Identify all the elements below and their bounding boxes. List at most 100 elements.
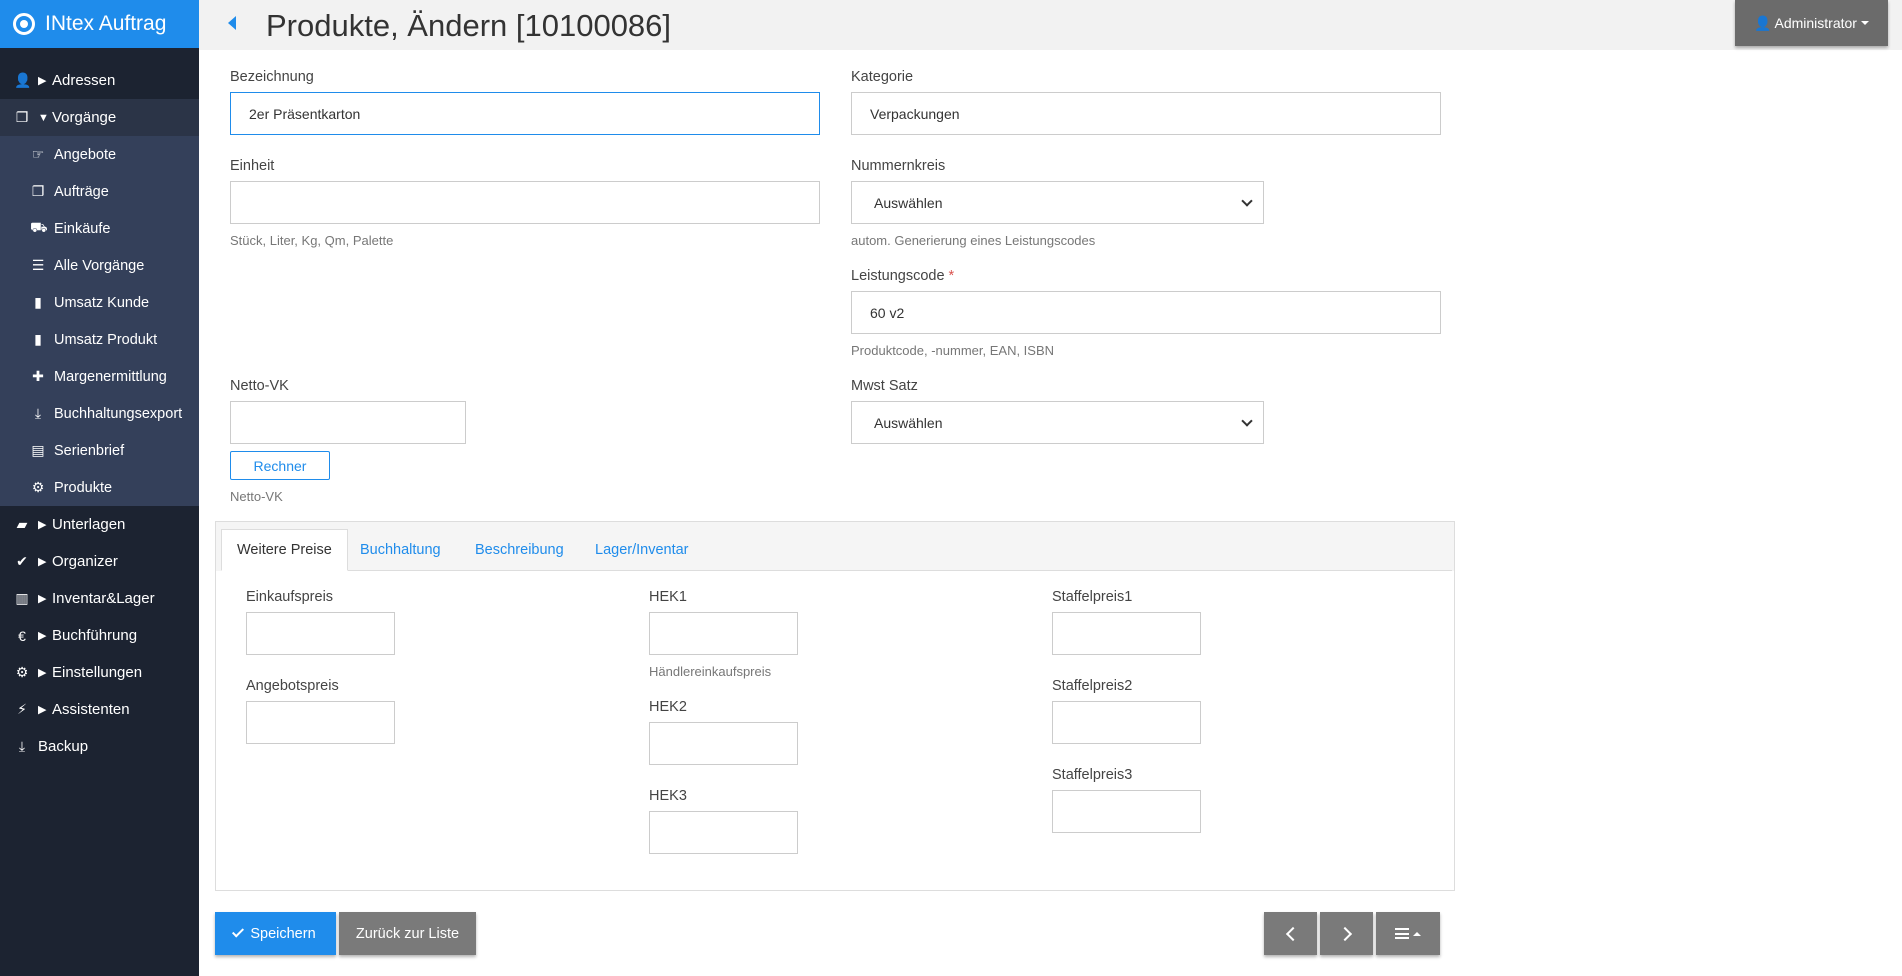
leistungscode-label: Leistungscode * bbox=[851, 268, 955, 284]
netto-vk-label: Netto-VK bbox=[230, 378, 289, 394]
sidebar-item-einstellungen[interactable]: ⚙ ▶ Einstellungen bbox=[0, 654, 199, 691]
nummernkreis-help: autom. Generierung eines Leistungscodes bbox=[851, 233, 1096, 248]
brand[interactable]: INtex Auftrag bbox=[0, 0, 199, 48]
user-name: Administrator bbox=[1774, 15, 1857, 31]
euro-icon: € bbox=[18, 627, 26, 644]
hek1-help: Händlereinkaufspreis bbox=[649, 664, 772, 679]
nummernkreis-select[interactable]: Auswählen bbox=[851, 181, 1264, 224]
check-icon bbox=[232, 925, 245, 938]
hek2-input[interactable] bbox=[649, 722, 798, 765]
caret-right-icon: ▶ bbox=[38, 630, 47, 642]
sidebar-item-inventar-lager[interactable]: ▥ ▶ Inventar&Lager bbox=[0, 580, 199, 617]
barcode-icon: ▥ bbox=[15, 590, 29, 606]
caret-down-icon: ▼ bbox=[38, 111, 49, 124]
bezeichnung-input[interactable]: 2er Präsentkarton bbox=[230, 92, 820, 135]
sidebar-item-vorgaenge[interactable]: ❐ ▼ Vorgänge bbox=[0, 99, 199, 136]
sidebar-item-buchhaltungsexport[interactable]: ⤓ Buchhaltungsexport bbox=[0, 395, 199, 432]
sidebar-item-buchfuehrung[interactable]: € ▶ Buchführung bbox=[0, 617, 199, 654]
rechner-button[interactable]: Rechner bbox=[230, 451, 330, 480]
tab-lager-inventar[interactable]: Lager/Inventar bbox=[580, 529, 704, 571]
sidebar-item-assistenten[interactable]: ⚡ ▶ Assistenten bbox=[0, 691, 199, 728]
sidebar-item-umsatz-produkt[interactable]: ▮ Umsatz Produkt bbox=[0, 321, 199, 358]
staffelpreis2-input[interactable] bbox=[1052, 701, 1201, 744]
caret-right-icon: ▶ bbox=[38, 704, 47, 716]
hek3-input[interactable] bbox=[649, 811, 798, 854]
more-menu-button[interactable] bbox=[1376, 912, 1440, 955]
chevron-right-icon bbox=[1337, 926, 1352, 941]
download-icon: ⤓ bbox=[34, 405, 42, 421]
previous-button[interactable] bbox=[1264, 912, 1317, 955]
chevron-down-icon bbox=[1241, 415, 1253, 427]
mwst-select[interactable]: Auswählen bbox=[851, 401, 1264, 444]
back-to-list-button[interactable]: Zurück zur Liste bbox=[339, 912, 476, 955]
logo-icon bbox=[13, 13, 35, 35]
einheit-input[interactable] bbox=[230, 181, 820, 224]
caret-right-icon: ▶ bbox=[38, 556, 47, 568]
download-icon: ⤓ bbox=[18, 738, 26, 754]
file-icon: ▤ bbox=[31, 442, 45, 458]
sidebar-item-einkaeufe[interactable]: ⛟ Einkäufe bbox=[0, 210, 199, 247]
hek3-label: HEK3 bbox=[649, 788, 687, 804]
sidebar-item-backup[interactable]: ⤓ Backup bbox=[0, 728, 199, 765]
netto-vk-input[interactable] bbox=[230, 401, 466, 444]
staffelpreis3-input[interactable] bbox=[1052, 790, 1201, 833]
plus-icon: ✚ bbox=[32, 368, 44, 384]
user-icon: 👤 bbox=[14, 72, 32, 88]
files-icon: ❐ bbox=[31, 183, 45, 199]
sidebar-item-adressen[interactable]: 👤 ▶ Adressen bbox=[0, 62, 199, 99]
sidebar-item-unterlagen[interactable]: ▰ ▶ Unterlagen bbox=[0, 506, 199, 543]
caret-down-icon bbox=[1860, 21, 1869, 25]
staffelpreis2-label: Staffelpreis2 bbox=[1052, 678, 1133, 694]
chevron-down-icon bbox=[1241, 195, 1253, 207]
app-name: INtex Auftrag bbox=[45, 12, 167, 35]
hek2-label: HEK2 bbox=[649, 699, 687, 715]
bezeichnung-label: Bezeichnung bbox=[230, 69, 314, 85]
sidebar-item-produkte[interactable]: ⚙ Produkte bbox=[0, 469, 199, 506]
gear-icon: ⚙ bbox=[31, 479, 45, 495]
cart-icon: ⛟ bbox=[30, 219, 48, 235]
staffelpreis1-label: Staffelpreis1 bbox=[1052, 589, 1133, 605]
sidebar-item-umsatz-kunde[interactable]: ▮ Umsatz Kunde bbox=[0, 284, 199, 321]
angebotspreis-label: Angebotspreis bbox=[246, 678, 339, 694]
caret-right-icon: ▶ bbox=[38, 593, 47, 605]
tab-weitere-preise[interactable]: Weitere Preise bbox=[221, 529, 348, 571]
list-icon: ☰ bbox=[31, 257, 45, 273]
sidebar-item-angebote[interactable]: ☞ Angebote bbox=[0, 136, 199, 173]
signal-icon: ▮ bbox=[34, 331, 42, 347]
sidebar-submenu-vorgaenge: ☞ Angebote ❐ Aufträge ⛟ Einkäufe ☰ Alle Vorg… bbox=[0, 136, 199, 506]
chevron-left-icon bbox=[1285, 926, 1300, 941]
staffelpreis1-input[interactable] bbox=[1052, 612, 1201, 655]
sidebar-item-margenermittlung[interactable]: ✚ Margenermittlung bbox=[0, 358, 199, 395]
leistungscode-input[interactable]: 60 v2 bbox=[851, 291, 1441, 334]
check-icon: ✔ bbox=[16, 553, 28, 569]
back-arrow-icon[interactable] bbox=[228, 16, 236, 30]
folder-open-icon: ▰ bbox=[16, 516, 28, 532]
nummernkreis-label: Nummernkreis bbox=[851, 158, 946, 174]
sidebar-item-organizer[interactable]: ✔ ▶ Organizer bbox=[0, 543, 199, 580]
einheit-label: Einheit bbox=[230, 158, 275, 174]
angebotspreis-input[interactable] bbox=[246, 701, 395, 744]
next-button[interactable] bbox=[1320, 912, 1373, 955]
einkaufspreis-input[interactable] bbox=[246, 612, 395, 655]
kategorie-input[interactable]: Verpackungen bbox=[851, 92, 1441, 135]
caret-up-icon bbox=[1413, 931, 1421, 936]
user-menu-button[interactable]: 👤 Administrator bbox=[1735, 0, 1888, 46]
sidebar-item-alle-vorgaenge[interactable]: ☰ Alle Vorgänge bbox=[0, 247, 199, 284]
kategorie-label: Kategorie bbox=[851, 69, 914, 85]
save-button[interactable]: Speichern bbox=[215, 912, 336, 955]
sidebar-item-serienbrief[interactable]: ▤ Serienbrief bbox=[0, 432, 199, 469]
einheit-help: Stück, Liter, Kg, Qm, Palette bbox=[230, 233, 394, 248]
bar-chart-icon: ▮ bbox=[34, 294, 42, 310]
files-icon: ❐ bbox=[15, 109, 29, 125]
caret-right-icon: ▶ bbox=[38, 519, 47, 531]
sidebar-item-auftraege[interactable]: ❐ Aufträge bbox=[0, 173, 199, 210]
page-title: Produkte, Ändern [10100086] bbox=[266, 8, 672, 43]
hek1-input[interactable] bbox=[649, 612, 798, 655]
tab-buchhaltung[interactable]: Buchhaltung bbox=[345, 529, 456, 571]
leistungscode-help: Produktcode, -nummer, EAN, ISBN bbox=[851, 343, 1055, 358]
tab-beschreibung[interactable]: Beschreibung bbox=[460, 529, 579, 571]
sidebar: INtex Auftrag 👤 ▶ Adressen ❐ ▼ Vorgänge ☞ Ang… bbox=[0, 0, 199, 976]
caret-right-icon: ▶ bbox=[38, 75, 47, 87]
einkaufspreis-label: Einkaufspreis bbox=[246, 589, 334, 605]
required-marker: * bbox=[948, 268, 955, 284]
